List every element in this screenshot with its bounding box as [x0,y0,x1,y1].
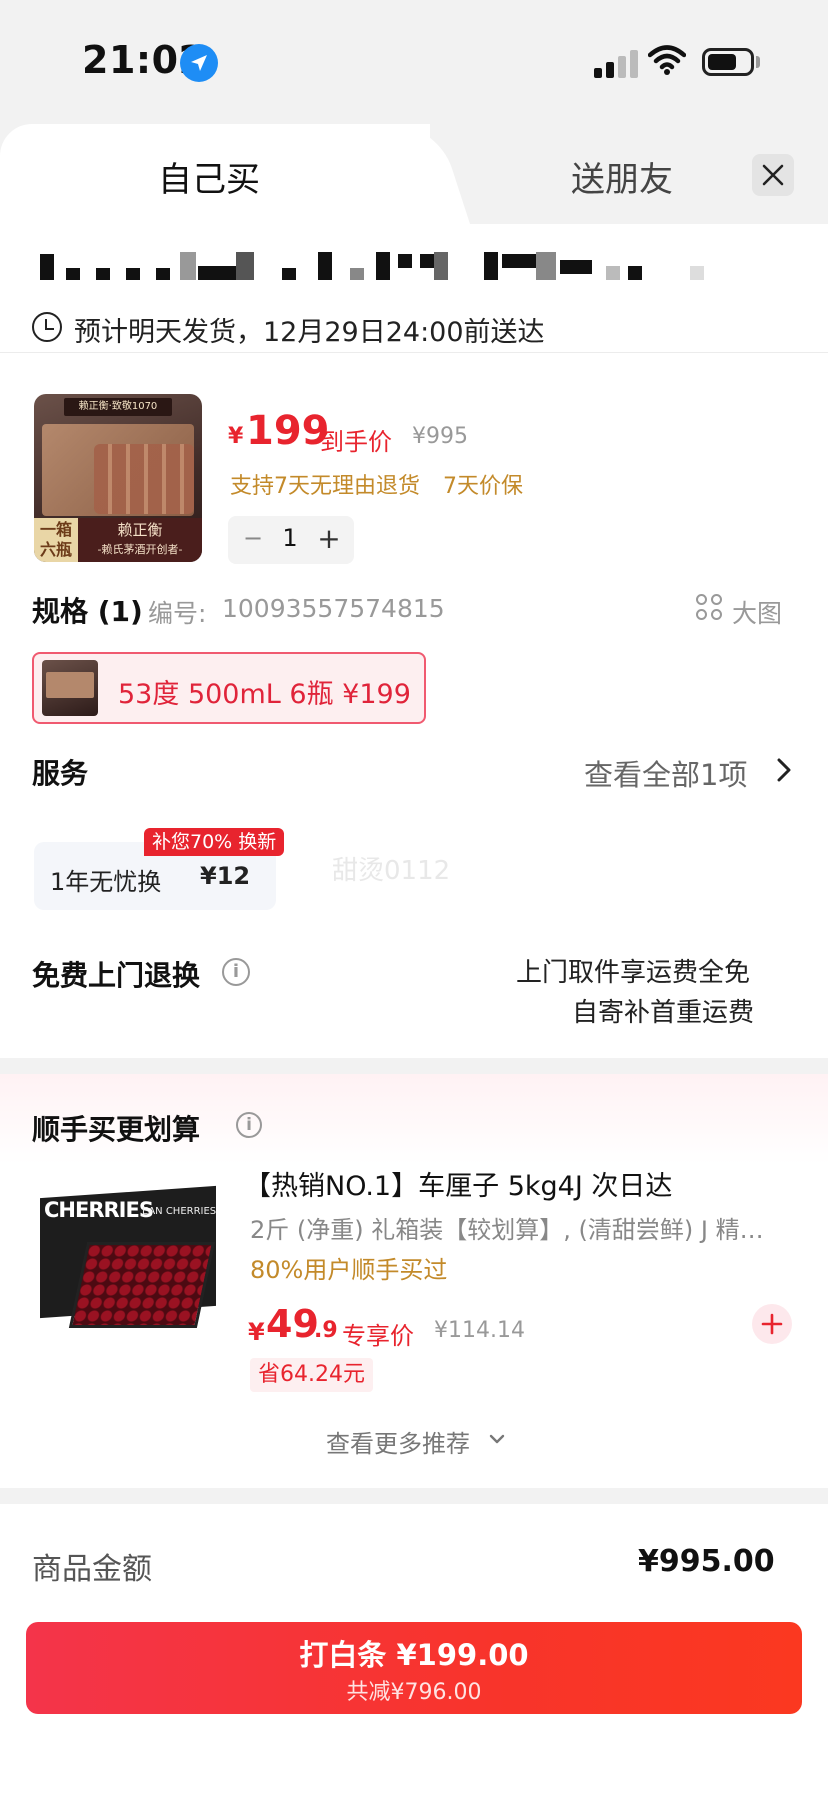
plus-icon [761,1313,783,1335]
product-image-top-label: 赖正衡·致敬1070 [64,398,172,416]
free-return-line2: 自寄补首重运费 [572,998,755,1028]
product-bottles-graphic [94,444,194,514]
location-arrow-icon [180,44,218,82]
service-badge: 补您70% 换新 [144,828,285,856]
add-to-cart-button[interactable] [752,1304,792,1344]
service-view-all[interactable]: 查看全部1项 [584,752,747,794]
product-image-badge: 一箱六瓶 [34,518,78,562]
section-divider [0,1058,828,1074]
close-icon [762,164,784,186]
chevron-down-icon[interactable] [488,1432,506,1446]
close-button[interactable] [752,154,794,196]
recommend-item-name[interactable]: 【热销NO.1】车厘子 5kg4J 次日达 [244,1164,672,1203]
quantity-increase-button[interactable]: + [316,522,342,555]
recommend-item-image[interactable]: CHERRIES EAN CHERRIES [34,1162,222,1352]
spec-title: 规格 (1) [32,595,143,628]
product-image-brand: 赖正衡 -赖氏茅酒开创者- [78,518,202,562]
service-title: 服务 [32,757,89,790]
chevron-right-icon[interactable] [774,756,794,784]
spec-option-thumbnail [42,660,98,716]
cherries-graphic [68,1242,216,1328]
service-card-price: ¥12 [200,862,251,890]
guarantee-return: 支持7天无理由退货 [230,474,420,499]
spec-option-label: 53度 500mL 6瓶 ¥199 [118,679,411,710]
original-price: ¥995 [412,424,468,449]
big-image-button[interactable]: 大图 [732,594,782,630]
amount-value: ¥995.00 [638,1544,775,1579]
info-icon[interactable]: i [222,958,250,986]
recommend-price-currency: ¥ [248,1318,265,1346]
tab-buy-for-self[interactable]: 自己买 [158,152,260,201]
service-card-name: 1年无忧换 [50,868,162,896]
wifi-icon [647,44,687,80]
recommend-item-social: 80%用户顺手买过 [250,1256,448,1284]
watermark: 甜烫0112 [332,856,451,886]
recommend-price-dec: .9 [314,1318,338,1343]
pay-button-label: 打白条 ¥199.00 [299,1638,529,1672]
divider [0,352,828,353]
signal-icon [594,48,638,78]
product-image-brand-name: 赖正衡 [117,521,163,539]
section-divider [0,1488,828,1504]
quantity-value[interactable]: 1 [276,524,304,554]
product-image-brand-sub: -赖氏茅酒开创者- [97,543,183,556]
grid-icon[interactable] [696,594,724,622]
spec-option-selected[interactable]: 53度 500mL 6瓶 ¥199 [32,652,426,724]
free-return-title: 免费上门退换 [32,959,201,992]
battery-nub [756,56,760,68]
pay-button[interactable]: 打白条 ¥199.00 共减¥796.00 [26,1622,802,1714]
tab-send-to-friend[interactable]: 送朋友 [571,152,673,201]
product-image[interactable]: 赖正衡·致敬1070 一箱六瓶 赖正衡 -赖氏茅酒开创者- [34,394,202,562]
recommend-original-price: ¥114.14 [434,1318,525,1343]
pay-button-sublabel: 共减¥796.00 [346,1680,482,1705]
cherry-image-text-2: EAN CHERRIES [142,1206,217,1217]
info-icon[interactable]: i [236,1112,262,1138]
recommend-save-badge: 省64.24元 [250,1358,373,1392]
clock-icon [32,312,62,342]
address-redacted[interactable] [40,250,800,282]
amount-label: 商品金额 [32,1552,152,1587]
product-price: 199 [246,408,330,454]
guarantee-list: 支持7天无理由退货 7天价保 [230,468,539,500]
cherry-image-text: CHERRIES [44,1198,154,1222]
free-return-line1: 上门取件享运费全免 [516,958,751,988]
recommend-price-int: 49 [266,1302,319,1346]
price-currency: ¥ [228,424,244,449]
delivery-estimate: 预计明天发货，12月29日24:00前送达 [74,317,545,348]
spec-code: 10093557574815 [222,594,445,623]
recommend-item-desc: 2斤 (净重) 礼箱装【较划算】, (清甜尝鲜) J 精… [250,1216,764,1244]
battery-icon [702,48,754,76]
recommend-price-tag: 专享价 [342,1322,414,1350]
quantity-stepper: − 1 + [228,516,354,564]
guarantee-price-protect: 7天价保 [443,474,523,499]
recommend-title: 顺手买更划算 [32,1113,201,1146]
quantity-decrease-button[interactable]: − [240,524,266,554]
spec-code-label: 编号: [148,599,207,628]
more-recommend-link[interactable]: 查看更多推荐 [326,1424,470,1459]
price-tag-label: 到手价 [320,428,392,456]
